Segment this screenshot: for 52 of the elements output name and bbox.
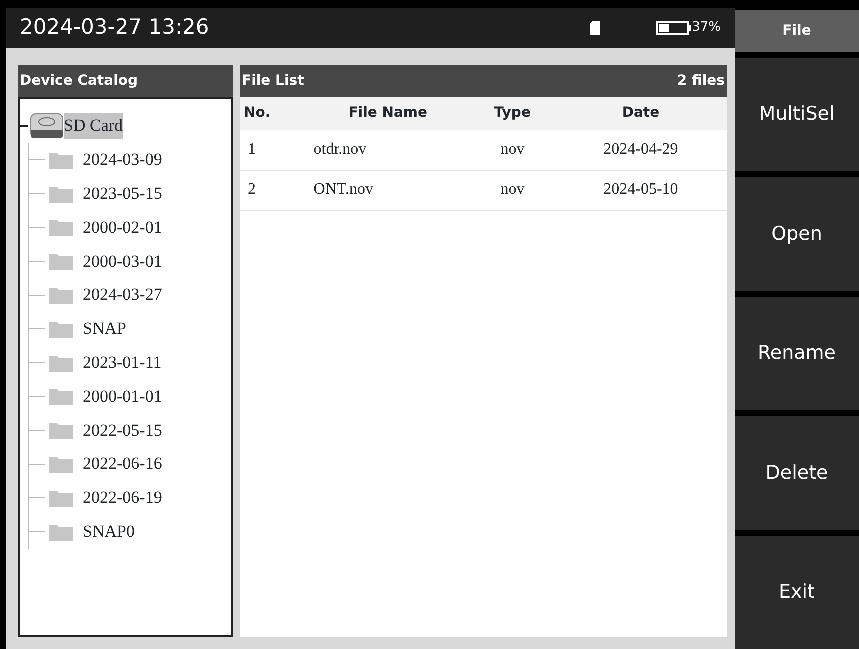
column-header: Type	[470, 97, 555, 130]
tree-item[interactable]: 2000-01-01	[83, 384, 162, 410]
folder-icon	[49, 150, 73, 169]
folder-icon	[49, 286, 73, 304]
sd-card-icon	[590, 21, 600, 35]
tree-item[interactable]: SNAP0	[83, 518, 135, 544]
tree-item[interactable]: 2023-01-11	[83, 350, 162, 376]
tree-item[interactable]: 2000-03-01	[83, 248, 162, 274]
date-time: 2024-03-27 13:26	[20, 14, 210, 42]
column-header: Date	[554, 97, 727, 130]
tree-item[interactable]: 2022-06-19	[83, 485, 162, 511]
menu-button[interactable]: Open	[735, 177, 859, 291]
folder-icon	[49, 218, 73, 236]
panel-title: File List	[242, 72, 304, 90]
menu-button[interactable]: Exit	[735, 536, 859, 649]
file-count: 2 files	[677, 72, 725, 90]
menu-button[interactable]: Rename	[735, 296, 859, 410]
tree-item[interactable]: 2000-02-01	[83, 214, 162, 240]
tree-item[interactable]: 2022-05-15	[83, 418, 162, 444]
tree-item[interactable]: SNAP	[83, 316, 126, 342]
table-cell: ONT.nov	[306, 170, 470, 210]
battery-icon	[656, 21, 692, 35]
folder-icon	[49, 387, 73, 406]
folder-icon	[49, 252, 73, 270]
folder-icon	[49, 320, 73, 338]
table-cell: 2	[240, 170, 306, 210]
table-cell: nov	[470, 170, 555, 210]
tree-item[interactable]: 2024-03-27	[83, 282, 162, 308]
table-cell: nov	[470, 130, 555, 170]
folder-icon	[49, 354, 73, 372]
menu-button[interactable]: Delete	[735, 416, 859, 530]
tree-item[interactable]: SD Card	[64, 113, 124, 139]
column-header: File Name	[306, 97, 470, 130]
panel-title: Device Catalog	[20, 72, 138, 90]
folder-icon	[49, 184, 73, 203]
collapse-icon[interactable]	[20, 122, 28, 130]
menu-title: File	[735, 10, 859, 52]
table-cell: 1	[240, 130, 306, 170]
folder-icon	[49, 421, 73, 440]
column-header: No.	[240, 97, 306, 130]
tree-item[interactable]: 2023-05-15	[83, 180, 162, 206]
folder-icon	[49, 455, 73, 474]
tree-item[interactable]: 2022-06-16	[83, 451, 162, 477]
folder-icon	[49, 488, 73, 507]
menu-button[interactable]: MultiSel	[735, 58, 859, 172]
tree-item[interactable]: 2024-03-09	[83, 147, 162, 173]
folder-icon	[49, 522, 73, 541]
drive-icon	[30, 112, 64, 140]
table-cell: 2024-04-29	[554, 130, 727, 170]
table-cell: 2024-05-10	[554, 170, 727, 210]
table-cell: otdr.nov	[306, 130, 470, 170]
battery-percent: 37%	[692, 19, 721, 38]
